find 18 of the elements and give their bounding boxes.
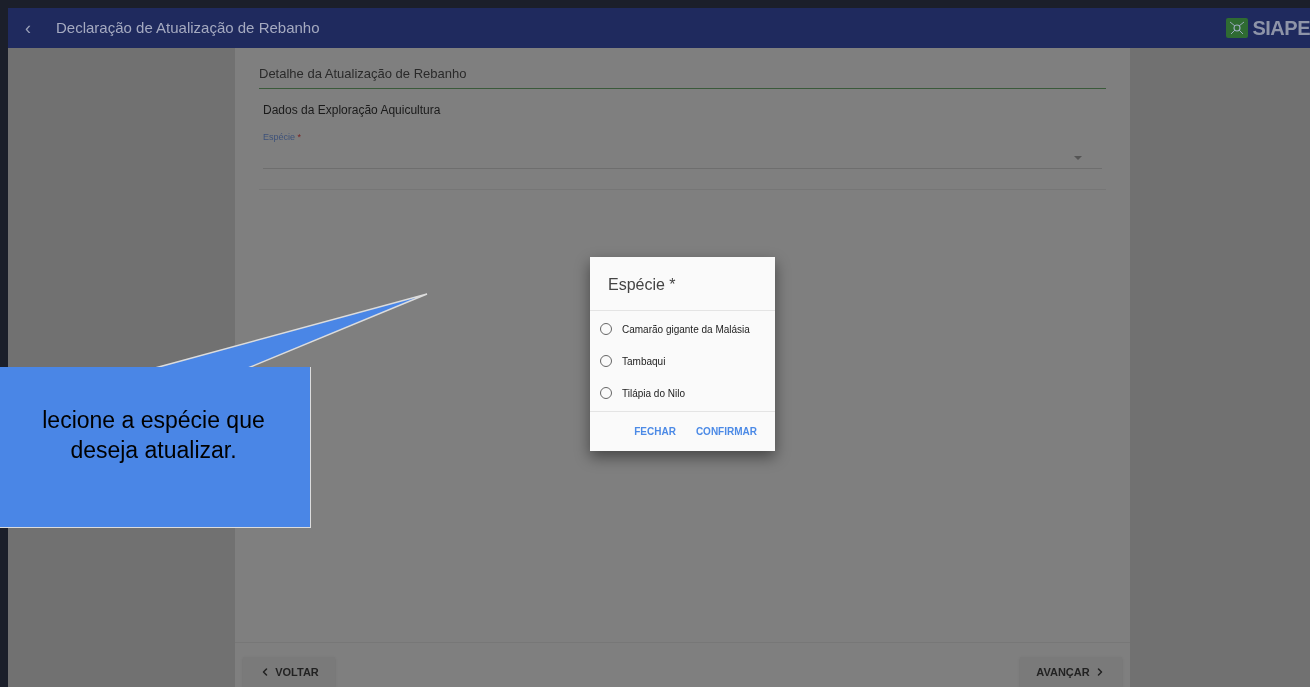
- dialog-button[interactable]: FECHAR: [634, 424, 676, 439]
- network-logo-icon: [1226, 18, 1249, 38]
- callout-text: lecione a espécie que deseja atualizar.: [41, 406, 266, 465]
- section-title: Dados da Exploração Aquicultura: [263, 101, 442, 119]
- dropdown-caret-icon: [1074, 155, 1082, 160]
- radio-option[interactable]: Tambaqui: [590, 345, 775, 377]
- radio-option[interactable]: Tilápia do Nilo: [590, 377, 775, 409]
- field-label: Espécie *: [263, 130, 303, 144]
- dialog-title: Espécie *: [607, 275, 677, 295]
- species-select[interactable]: Espécie *: [263, 130, 1102, 169]
- next-button[interactable]: AVANÇAR: [1020, 657, 1122, 687]
- logo-text: SIAPE: [1252, 16, 1310, 41]
- back-button[interactable]: VOLTAR: [243, 657, 335, 687]
- back-button[interactable]: ‹: [20, 14, 36, 42]
- dialog-button[interactable]: CONFIRMAR: [695, 424, 757, 439]
- form-heading: Detalhe da Atualização de Rebanho: [259, 64, 1106, 89]
- radio-option[interactable]: Camarão gigante da Malásia: [590, 313, 775, 345]
- page-title: Declaração de Atualização de Rebanho: [56, 17, 320, 38]
